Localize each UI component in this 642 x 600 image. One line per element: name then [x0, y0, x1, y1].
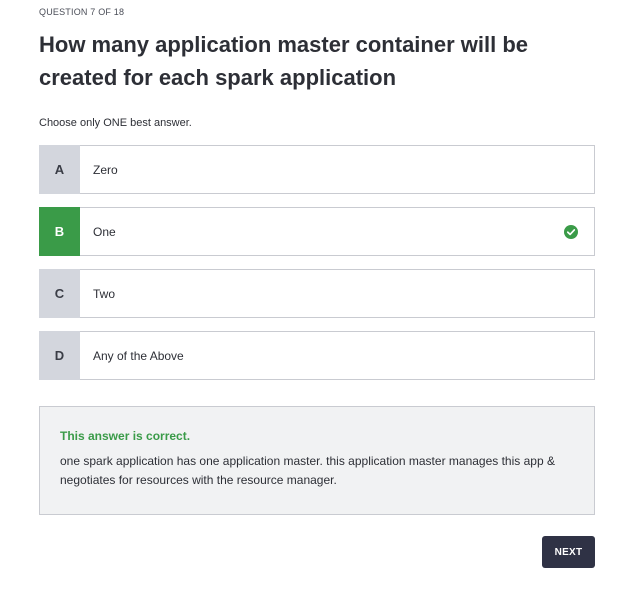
option-letter: D [39, 331, 80, 380]
answer-option-b[interactable]: B One [39, 207, 595, 256]
answer-option-c[interactable]: C Two [39, 269, 595, 318]
question-title: How many application master container wi… [39, 32, 529, 90]
answer-feedback-panel: This answer is correct. one spark applic… [39, 406, 595, 515]
answer-instructions: Choose only ONE best answer. [39, 117, 192, 129]
option-letter: B [39, 207, 80, 256]
option-text: Zero [93, 162, 118, 177]
answer-options: A Zero B One C Two D Any of the Above [39, 145, 595, 393]
option-text: Any of the Above [93, 348, 184, 363]
answer-option-a[interactable]: A Zero [39, 145, 595, 194]
option-text: Two [93, 286, 116, 301]
feedback-title: This answer is correct. [60, 429, 191, 443]
option-text: One [93, 224, 116, 239]
question-counter: QUESTION 7 OF 18 [39, 7, 125, 17]
answer-option-d[interactable]: D Any of the Above [39, 331, 595, 380]
option-letter: A [39, 145, 80, 194]
feedback-explanation: one spark application has one applicatio… [60, 454, 555, 487]
next-button[interactable]: NEXT [542, 536, 595, 568]
check-circle-icon [564, 224, 578, 239]
quiz-page: QUESTION 7 OF 18 How many application ma… [0, 0, 642, 600]
option-letter: C [39, 269, 80, 318]
